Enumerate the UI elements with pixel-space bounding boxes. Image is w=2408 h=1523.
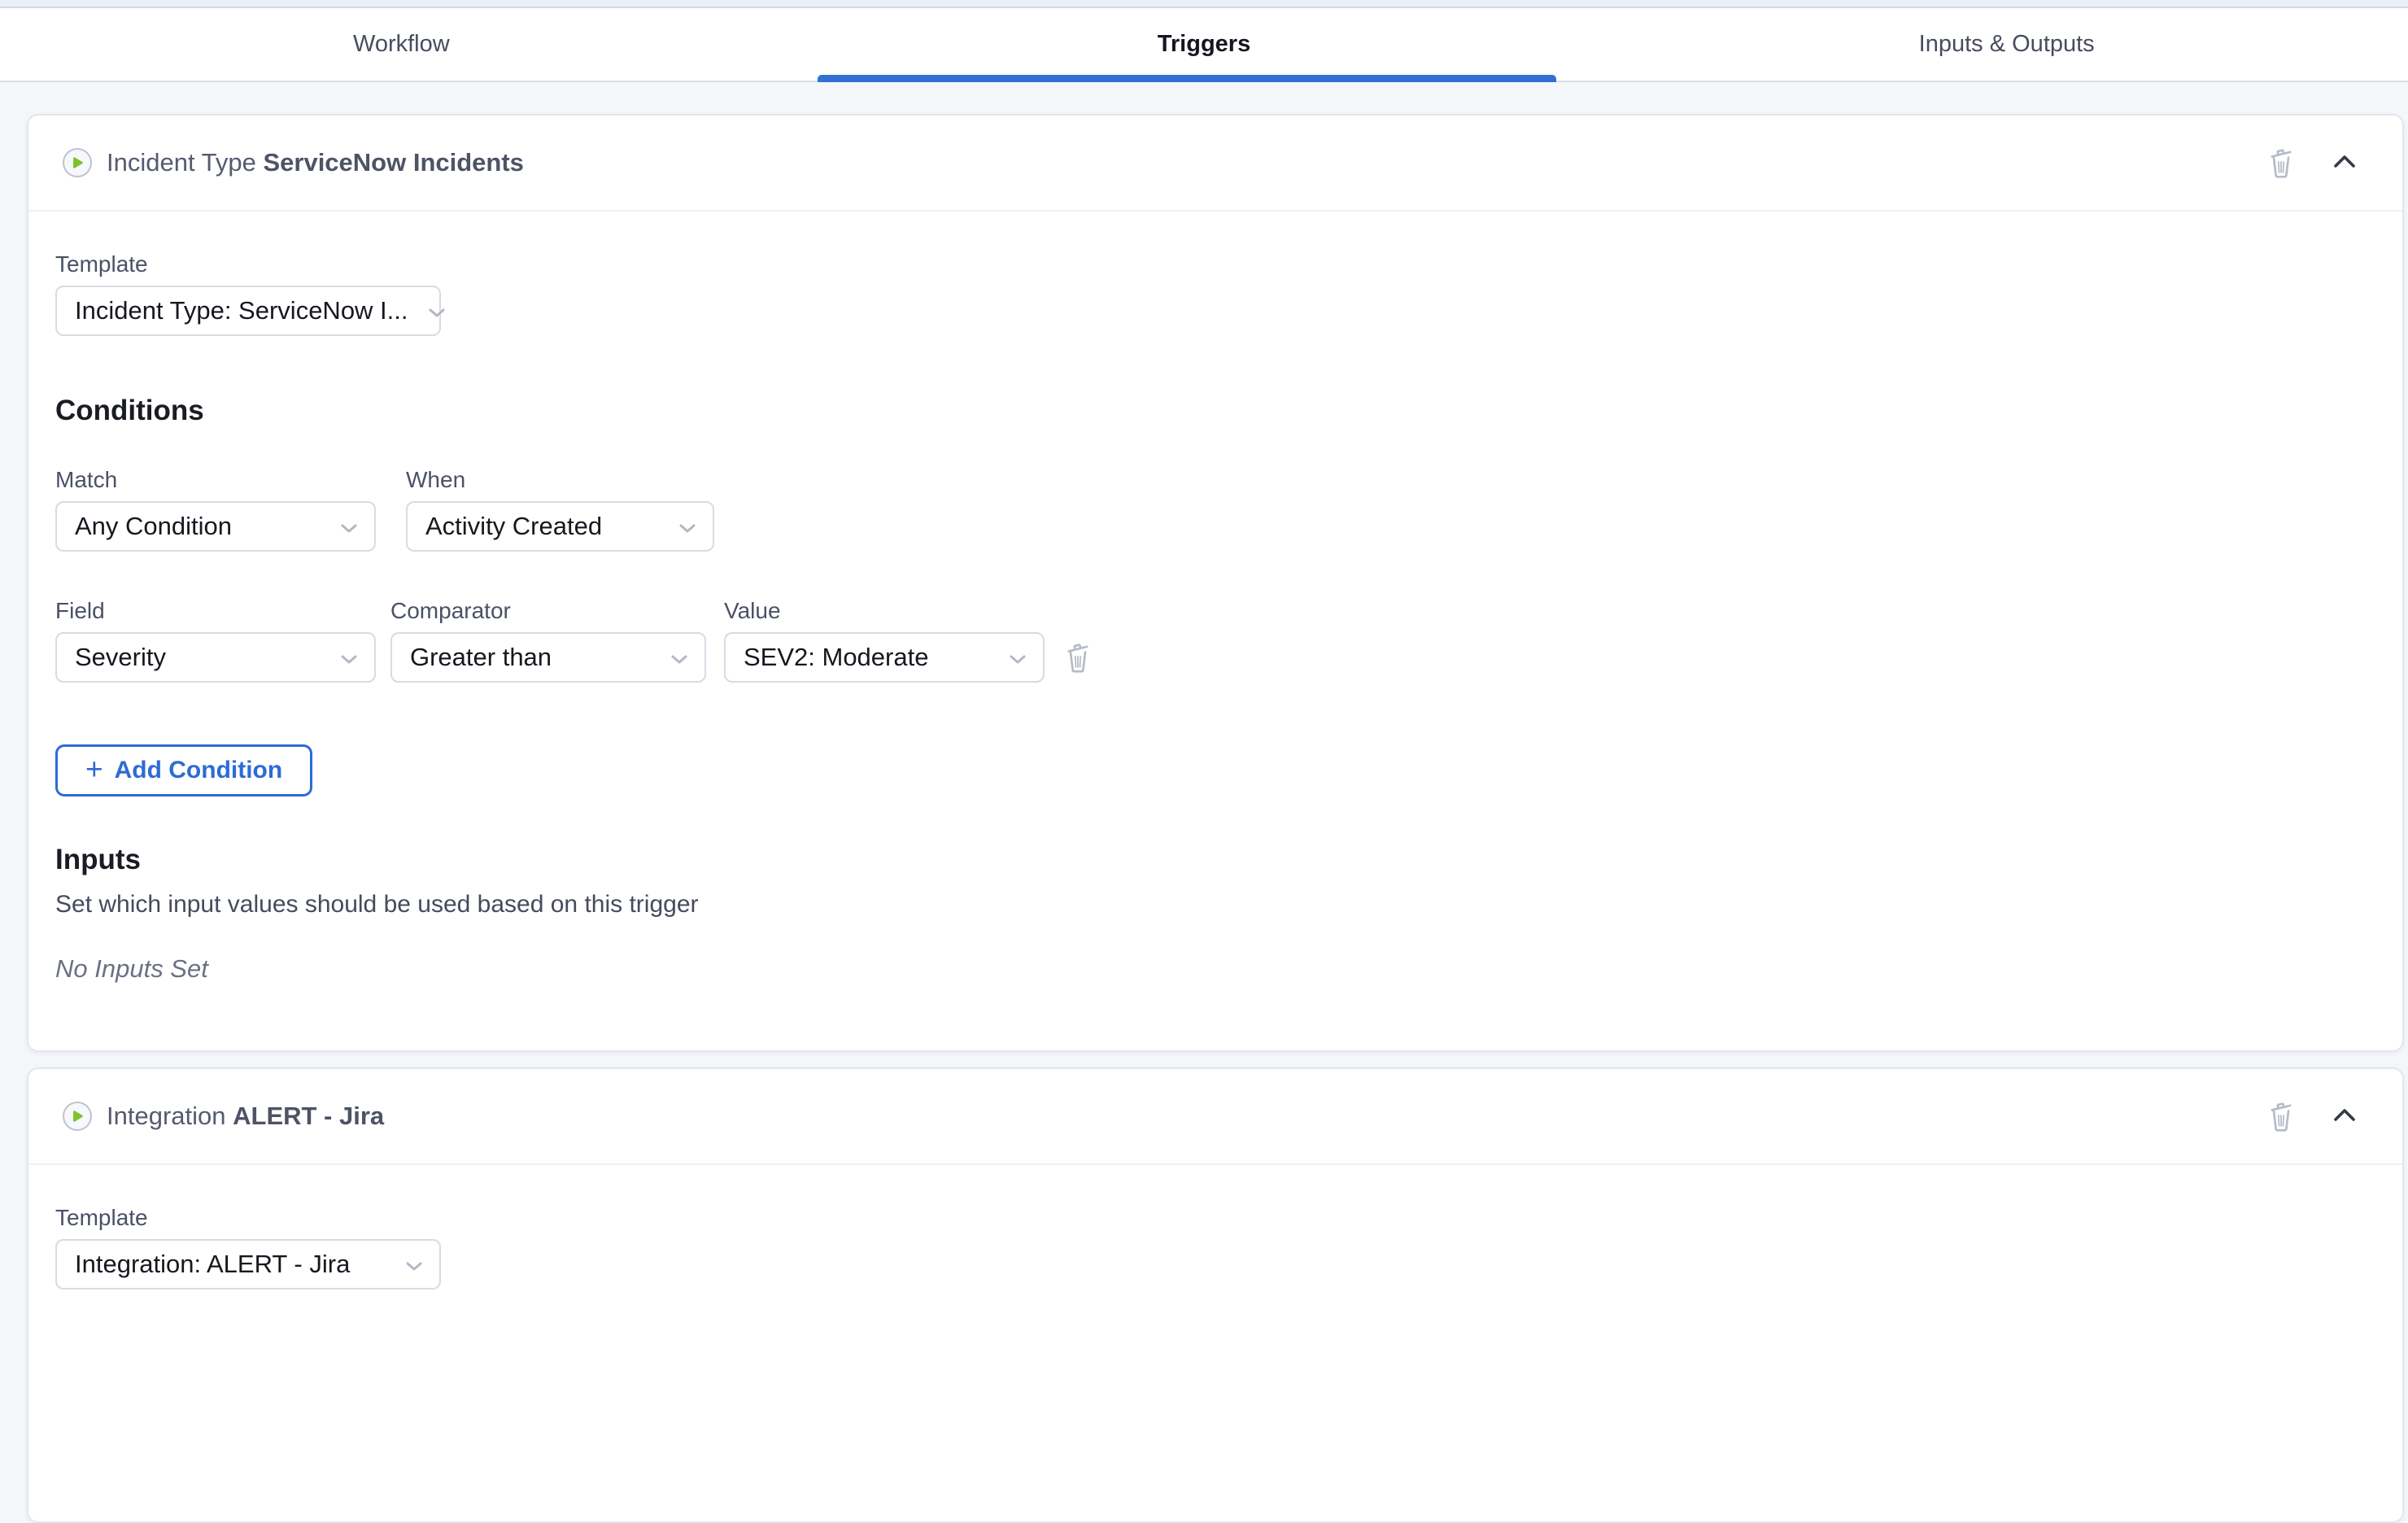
trigger-type-label: Integration bbox=[107, 1102, 226, 1130]
condition-row: Field Severity Comparator Greater than V… bbox=[55, 597, 2370, 683]
comparator-label: Comparator bbox=[390, 597, 706, 625]
trash-icon bbox=[2266, 1098, 2297, 1135]
trigger-type-label: Incident Type bbox=[107, 148, 256, 177]
value-select-value: SEV2: Moderate bbox=[744, 643, 928, 672]
field-select-value: Severity bbox=[75, 643, 166, 672]
match-select[interactable]: Any Condition bbox=[55, 501, 376, 552]
plus-icon: + bbox=[85, 754, 103, 784]
trigger-card-incident-type: Incident Type ServiceNow Incidents Templ… bbox=[27, 114, 2404, 1052]
trigger-card-integration: Integration ALERT - Jira Template Integr… bbox=[27, 1067, 2404, 1523]
trigger-name: ServiceNow Incidents bbox=[263, 148, 523, 177]
trigger-play-icon bbox=[63, 1102, 92, 1131]
tab-triggers-label: Triggers bbox=[1158, 31, 1250, 58]
collapse-trigger-button[interactable] bbox=[2331, 1106, 2358, 1128]
trigger-name: ALERT - Jira bbox=[233, 1102, 384, 1130]
template-label: Template bbox=[55, 251, 2370, 278]
tab-workflow[interactable]: Workflow bbox=[0, 8, 803, 81]
chevron-down-icon bbox=[670, 643, 688, 672]
field-select[interactable]: Severity bbox=[55, 632, 376, 683]
trigger-card-title: Integration ALERT - Jira bbox=[107, 1102, 384, 1131]
chevron-up-icon bbox=[2331, 1106, 2358, 1128]
chevron-up-icon bbox=[2331, 152, 2358, 174]
tab-workflow-label: Workflow bbox=[353, 31, 450, 58]
comparator-select-value: Greater than bbox=[410, 643, 552, 672]
comparator-select[interactable]: Greater than bbox=[390, 632, 706, 683]
match-label: Match bbox=[55, 466, 376, 494]
trigger-card-header: Integration ALERT - Jira bbox=[28, 1069, 2402, 1165]
delete-trigger-button[interactable] bbox=[2266, 1098, 2297, 1135]
chevron-down-icon bbox=[340, 643, 358, 672]
tab-bar: Workflow Triggers Inputs & Outputs bbox=[0, 8, 2408, 82]
value-label: Value bbox=[724, 597, 1045, 625]
delete-trigger-button[interactable] bbox=[2266, 145, 2297, 181]
when-label: When bbox=[406, 466, 714, 494]
chevron-down-icon bbox=[405, 1250, 423, 1279]
conditions-heading: Conditions bbox=[55, 393, 2370, 429]
value-select[interactable]: SEV2: Moderate bbox=[724, 632, 1045, 683]
tab-inputs-outputs[interactable]: Inputs & Outputs bbox=[1605, 8, 2408, 81]
field-label: Field bbox=[55, 597, 376, 625]
when-select[interactable]: Activity Created bbox=[406, 501, 714, 552]
chevron-down-icon bbox=[1009, 643, 1027, 672]
tab-inputs-outputs-label: Inputs & Outputs bbox=[1919, 31, 2095, 58]
match-select-value: Any Condition bbox=[75, 512, 232, 541]
template-select-value: Incident Type: ServiceNow I... bbox=[75, 296, 408, 325]
chevron-down-icon bbox=[428, 296, 446, 325]
delete-condition-button[interactable] bbox=[1062, 639, 1093, 676]
collapse-trigger-button[interactable] bbox=[2331, 152, 2358, 174]
tab-triggers[interactable]: Triggers bbox=[803, 8, 1606, 81]
when-select-value: Activity Created bbox=[425, 512, 602, 541]
top-edge-strip bbox=[0, 0, 2408, 8]
no-inputs-set-text: No Inputs Set bbox=[55, 954, 2370, 984]
template-select[interactable]: Integration: ALERT - Jira bbox=[55, 1239, 441, 1290]
trigger-card-title: Incident Type ServiceNow Incidents bbox=[107, 148, 524, 177]
trash-icon bbox=[2266, 145, 2297, 181]
template-select-value: Integration: ALERT - Jira bbox=[75, 1250, 350, 1279]
inputs-heading: Inputs bbox=[55, 842, 2370, 878]
trigger-play-icon bbox=[63, 148, 92, 177]
template-label: Template bbox=[55, 1204, 2370, 1232]
trash-icon bbox=[1062, 639, 1093, 676]
chevron-down-icon bbox=[340, 512, 358, 541]
add-condition-label: Add Condition bbox=[115, 757, 283, 784]
trigger-card-header: Incident Type ServiceNow Incidents bbox=[28, 116, 2402, 212]
template-select[interactable]: Incident Type: ServiceNow I... bbox=[55, 286, 441, 336]
active-tab-underline bbox=[818, 75, 1557, 82]
add-condition-button[interactable]: + Add Condition bbox=[55, 744, 312, 796]
chevron-down-icon bbox=[678, 512, 696, 541]
inputs-description: Set which input values should be used ba… bbox=[55, 889, 2370, 920]
